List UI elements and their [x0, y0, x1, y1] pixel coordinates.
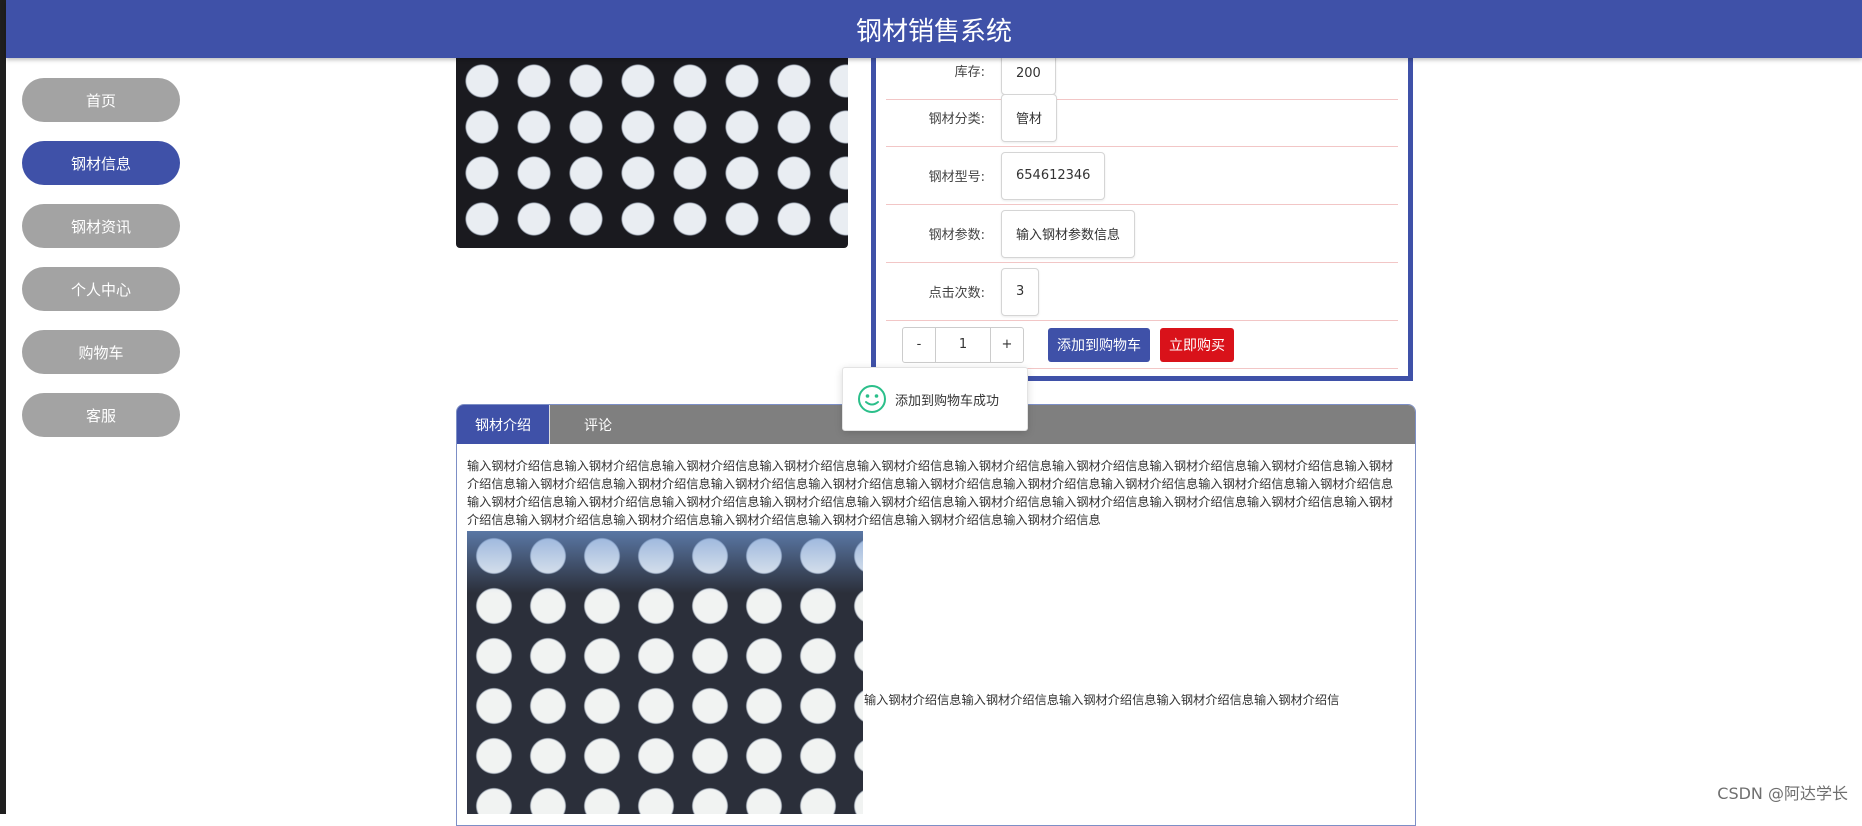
sidebar-item-label: 客服 — [85, 406, 116, 425]
model-value: 654612346 — [1001, 151, 1106, 200]
detail-label: 钢材分类: — [928, 112, 985, 127]
sidebar-item-support[interactable]: 客服 — [22, 393, 180, 437]
sidebar-item-steel-news[interactable]: 钢材资讯 — [22, 204, 180, 248]
clicks-value: 3 — [1001, 267, 1040, 316]
app-title: 钢材销售系统 — [855, 16, 1012, 47]
quantity-decrease-button[interactable]: - — [903, 328, 935, 362]
detail-label: 点击次数: — [928, 286, 985, 301]
intro-text-after-image: 输入钢材介绍信息输入钢材介绍信息输入钢材介绍信息输入钢材介绍信息输入钢材介绍信 — [864, 693, 1340, 707]
sidebar-item-steel-info[interactable]: 钢材信息 — [22, 141, 180, 185]
detail-label: 钢材型号: — [928, 170, 985, 185]
params-value: 输入钢材参数信息 — [1001, 209, 1136, 258]
tab-steel-intro[interactable]: 钢材介绍 — [457, 405, 550, 444]
intro-image — [467, 531, 863, 814]
toast-message: 添加到购物车成功 — [895, 393, 1000, 409]
sidebar-item-cart[interactable]: 购物车 — [22, 330, 180, 374]
window-edge — [0, 0, 6, 814]
detail-row-params: 钢材参数: 输入钢材参数信息 — [886, 205, 1398, 263]
add-to-cart-button[interactable]: 添加到购物车 — [1048, 327, 1150, 362]
purchase-actions: - 1 + 添加到购物车 立即购买 — [886, 321, 1398, 369]
buy-now-button[interactable]: 立即购买 — [1160, 327, 1234, 362]
quantity-increase-button[interactable]: + — [991, 328, 1023, 362]
product-detail-panel: 库存: 200 钢材分类: 管材 钢材型号: 654612346 钢材参数: 输… — [871, 52, 1413, 381]
sidebar-item-label: 个人中心 — [70, 280, 131, 299]
sidebar-item-home[interactable]: 首页 — [22, 78, 180, 122]
intro-text: 输入钢材介绍信息输入钢材介绍信息输入钢材介绍信息输入钢材介绍信息输入钢材介绍信息… — [467, 459, 1394, 527]
tab-comments[interactable]: 评论 — [550, 405, 646, 444]
sidebar-item-label: 首页 — [85, 91, 116, 110]
sidebar-item-label: 购物车 — [78, 343, 124, 362]
detail-row-clicks: 点击次数: 3 — [886, 263, 1398, 321]
detail-label: 钢材参数: — [928, 228, 985, 243]
detail-label: 库存: — [954, 65, 985, 80]
quantity-stepper: - 1 + — [902, 326, 1024, 363]
sidebar-item-label: 钢材信息 — [70, 154, 131, 173]
product-image — [456, 58, 848, 248]
category-value: 管材 — [1001, 93, 1058, 142]
sidebar-nav: 首页 钢材信息 钢材资讯 个人中心 购物车 客服 — [22, 78, 180, 456]
success-toast: 添加到购物车成功 — [842, 367, 1028, 431]
quantity-input[interactable]: 1 — [935, 327, 991, 362]
sidebar-item-personal-center[interactable]: 个人中心 — [22, 267, 180, 311]
watermark: CSDN @阿达学长 — [1717, 784, 1848, 803]
detail-row-category: 钢材分类: 管材 — [886, 89, 1398, 147]
detail-row-model: 钢材型号: 654612346 — [886, 147, 1398, 205]
smile-icon — [858, 385, 886, 413]
sidebar-item-label: 钢材资讯 — [70, 217, 131, 236]
app-header: 钢材销售系统 — [6, 0, 1862, 58]
